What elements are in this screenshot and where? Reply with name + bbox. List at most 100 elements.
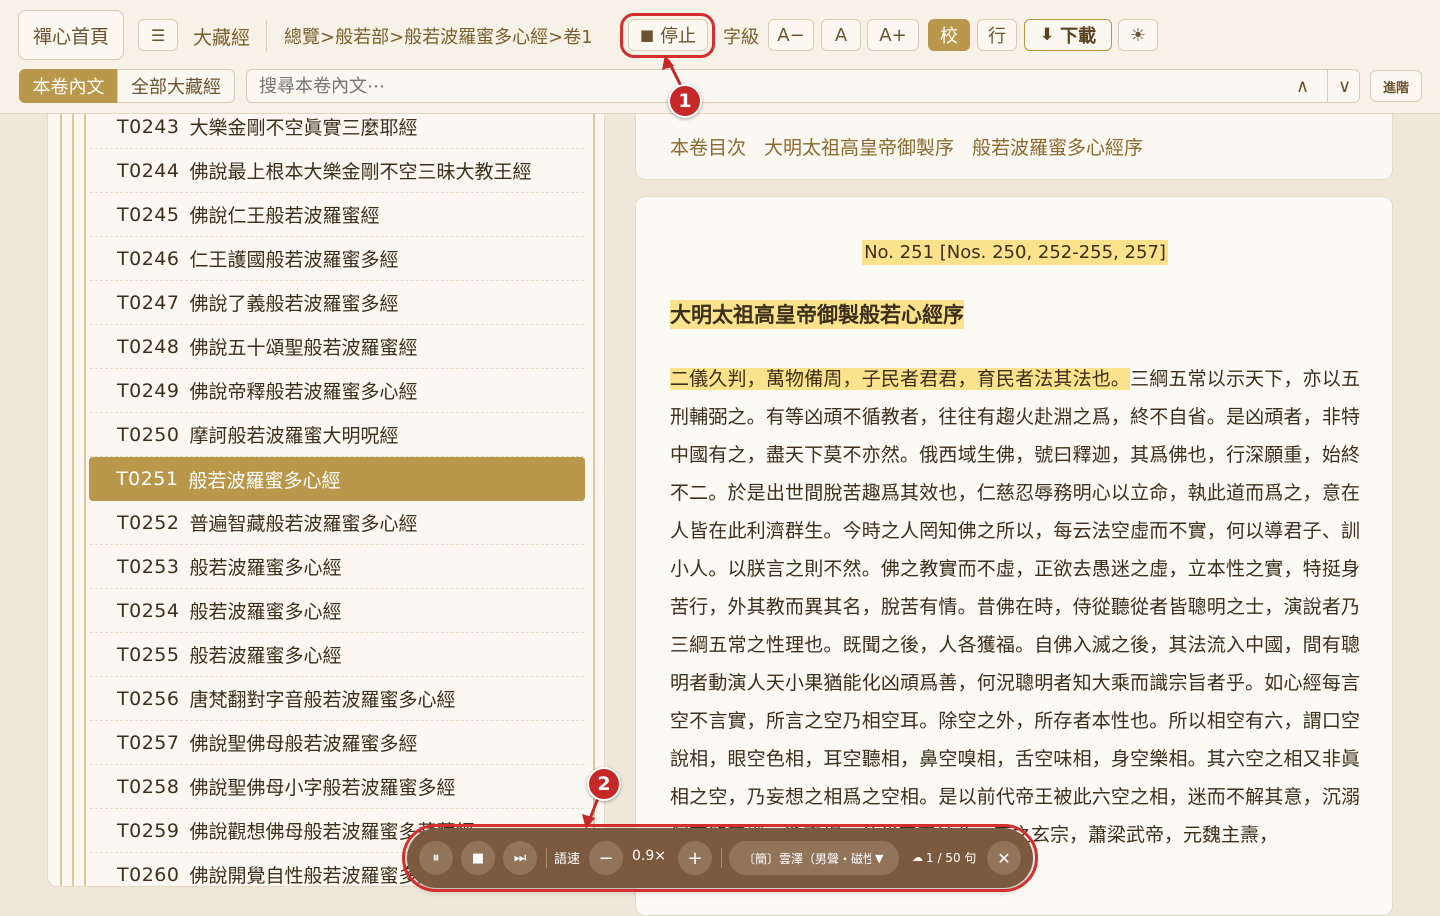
- breadcrumb-text: 總覽>般若部>般若波羅蜜多心經>卷1: [284, 27, 593, 48]
- sutra-title: 仁王護國般若波羅蜜多經: [189, 249, 399, 271]
- proofread-label: 校: [940, 26, 958, 47]
- sutra-code: T0252: [117, 511, 180, 534]
- sutra-title: 佛說聖佛母般若波羅蜜多經: [189, 733, 418, 755]
- sutra-code: T0244: [117, 159, 180, 182]
- section-heading-text: 大明太祖高皇帝御製般若心經序: [670, 300, 964, 329]
- breadcrumb[interactable]: 總覽>般若部>般若波羅蜜多心經>卷1: [284, 22, 593, 50]
- sutra-number-text: No. 251 [Nos. 250, 252-255, 257]: [862, 240, 1168, 265]
- scope-current-tab[interactable]: 本卷內文: [19, 69, 118, 103]
- sutra-list-item[interactable]: T0252 普遍智藏般若波羅蜜多心經: [90, 501, 584, 545]
- sutra-list-item[interactable]: T0254 般若波羅蜜多心經: [90, 589, 584, 633]
- sutra-list-item[interactable]: T0250 摩訶般若波羅蜜大明呪經: [90, 413, 584, 457]
- annotation-ring-1: [620, 13, 715, 58]
- sutra-code: T0249: [117, 379, 180, 402]
- sutra-list-item[interactable]: T0256 唐梵翻對字音般若波羅蜜多心經: [90, 677, 584, 721]
- download-button[interactable]: ⬇ 下載: [1024, 19, 1112, 51]
- divider: [266, 20, 267, 52]
- sutra-title: 般若波羅蜜多心經: [189, 557, 342, 579]
- sun-icon: ☀: [1129, 24, 1147, 46]
- sutra-code: T0250: [117, 423, 180, 446]
- line-mode-label: 行: [988, 26, 1006, 47]
- tree-line: [84, 114, 86, 886]
- font-increase-button[interactable]: A+: [867, 19, 919, 51]
- sutra-code: T0243: [117, 115, 180, 138]
- sutra-list-item[interactable]: T0255 般若波羅蜜多心經: [90, 633, 584, 677]
- sutra-code: T0248: [117, 335, 180, 358]
- line-mode-toggle[interactable]: 行: [977, 19, 1017, 51]
- sutra-list-item[interactable]: T0249 佛說帝釋般若波羅蜜多心經: [90, 369, 584, 413]
- paragraph-text: 三綱五常以示天下，亦以五刑輔弼之。有等凶頑不循教者，往往有趨火赴淵之爲，終不自省…: [670, 368, 1360, 846]
- sutra-code: T0257: [117, 731, 180, 754]
- sutra-title: 般若波羅蜜多心經: [189, 601, 342, 623]
- sutra-list-item[interactable]: T0245 佛說仁王般若波羅蜜經: [90, 193, 584, 237]
- sutra-list-item[interactable]: T0248 佛說五十頌聖般若波羅蜜經: [90, 325, 584, 369]
- sutra-list-item[interactable]: T0247 佛說了義般若波羅蜜多經: [90, 281, 584, 325]
- sutra-paragraph: 二儀久判，萬物備周，子民者君君，育民者法其法也。三綱五常以示天下，亦以五刑輔弼之…: [670, 360, 1360, 854]
- sutra-code: T0253: [117, 555, 180, 578]
- volume-toc: 本卷目次 大明太祖高皇帝御製序 般若波羅蜜多心經序: [635, 114, 1393, 180]
- sutra-code: T0254: [117, 599, 180, 622]
- sutra-code: T0260: [117, 863, 180, 886]
- search-input[interactable]: [246, 69, 1360, 103]
- annotation-badge-1: 1: [668, 84, 702, 118]
- chevron-down-icon: ∨: [1338, 75, 1352, 97]
- home-button[interactable]: 禪心首頁: [18, 10, 124, 60]
- font-increase-label: A+: [879, 24, 907, 46]
- search-prev-button[interactable]: ∧: [1296, 72, 1309, 100]
- sutra-title: 大樂金剛不空眞實三麼耶經: [189, 117, 418, 139]
- annotation-badge-2: 2: [587, 767, 621, 801]
- sutra-title: 摩訶般若波羅蜜大明呪經: [189, 425, 399, 447]
- font-size-label: 字級: [723, 22, 759, 50]
- sutra-list-item[interactable]: T0243 大樂金剛不空眞實三麼耶經: [90, 114, 584, 149]
- download-icon: ⬇: [1039, 25, 1055, 45]
- sutra-list-item-selected[interactable]: T0251 般若波羅蜜多心經: [89, 457, 585, 501]
- home-label: 禪心首頁: [32, 25, 109, 48]
- sutra-title: 唐梵翻對字音般若波羅蜜多心經: [189, 689, 456, 711]
- advanced-search-button[interactable]: 進階: [1370, 70, 1422, 102]
- theme-toggle[interactable]: ☀: [1118, 19, 1158, 51]
- font-size-text: 字級: [723, 27, 759, 48]
- proofread-toggle[interactable]: 校: [928, 19, 970, 51]
- sutra-list-item[interactable]: T0244 佛說最上根本大樂金剛不空三昧大教王經: [90, 149, 584, 193]
- sutra-number: No. 251 [Nos. 250, 252-255, 257]: [636, 240, 1392, 265]
- canon-label: 大藏經: [193, 26, 251, 49]
- sutra-code: T0247: [117, 291, 180, 314]
- sutra-code: T0251: [116, 468, 179, 490]
- sutra-title: 佛說了義般若波羅蜜多經: [189, 293, 399, 315]
- menu-button[interactable]: ☰: [138, 19, 178, 51]
- sutra-list-item[interactable]: T0246 仁王護國般若波羅蜜多經: [90, 237, 584, 281]
- reading-pane: No. 251 [Nos. 250, 252-255, 257] 大明太祖高皇帝…: [635, 196, 1393, 916]
- top-toolbar: 禪心首頁 ☰ 大藏經 總覽>般若部>般若波羅蜜多心經>卷1 ■ 停止 字級 A−…: [0, 0, 1440, 114]
- canon-link[interactable]: 大藏經: [193, 22, 250, 50]
- tree-line: [72, 114, 74, 886]
- toc-link-preface[interactable]: 大明太祖高皇帝御製序: [764, 133, 954, 160]
- sutra-list-item[interactable]: T0258 佛說聖佛母小字般若波羅蜜多經: [90, 765, 584, 809]
- font-normal-label: A: [834, 24, 848, 46]
- hamburger-icon: ☰: [150, 25, 166, 45]
- toc-link-sutra-preface[interactable]: 般若波羅蜜多心經序: [972, 133, 1143, 160]
- sutra-code: T0245: [117, 203, 180, 226]
- sutra-code: T0246: [117, 247, 180, 270]
- scope-all-label: 全部大藏經: [131, 77, 221, 98]
- scope-current-label: 本卷內文: [32, 77, 105, 98]
- download-label: 下載: [1060, 26, 1097, 47]
- sutra-list-sidebar: T0243 大樂金剛不空眞實三麼耶經 T0244 佛說最上根本大樂金剛不空三昧大教王經…: [47, 114, 605, 887]
- current-sentence-highlight: 二儀久判，萬物備周，子民者君君，育民者法其法也。: [670, 368, 1131, 390]
- scope-all-tab[interactable]: 全部大藏經: [117, 69, 235, 103]
- section-heading: 大明太祖高皇帝御製般若心經序: [670, 299, 964, 329]
- sutra-title: 普遍智藏般若波羅蜜多心經: [189, 513, 418, 535]
- font-decrease-button[interactable]: A−: [768, 19, 814, 51]
- font-normal-button[interactable]: A: [821, 19, 861, 51]
- sutra-list-item[interactable]: T0257 佛說聖佛母般若波羅蜜多經: [90, 721, 584, 765]
- sutra-title: 佛說帝釋般若波羅蜜多心經: [189, 381, 418, 403]
- sutra-title: 般若波羅蜜多心經: [189, 645, 342, 667]
- search-next-button[interactable]: ∨: [1338, 72, 1351, 100]
- sutra-code: T0258: [117, 775, 180, 798]
- advanced-label: 進階: [1382, 80, 1409, 96]
- sutra-list-item[interactable]: T0253 般若波羅蜜多心經: [90, 545, 584, 589]
- sutra-title: 佛說最上根本大樂金剛不空三昧大教王經: [189, 161, 532, 183]
- search-divider: [1327, 70, 1328, 102]
- sutra-code: T0255: [117, 643, 180, 666]
- sutra-code: T0259: [117, 819, 180, 842]
- sutra-title: 佛說開覺自性般若波羅蜜多經: [189, 865, 437, 887]
